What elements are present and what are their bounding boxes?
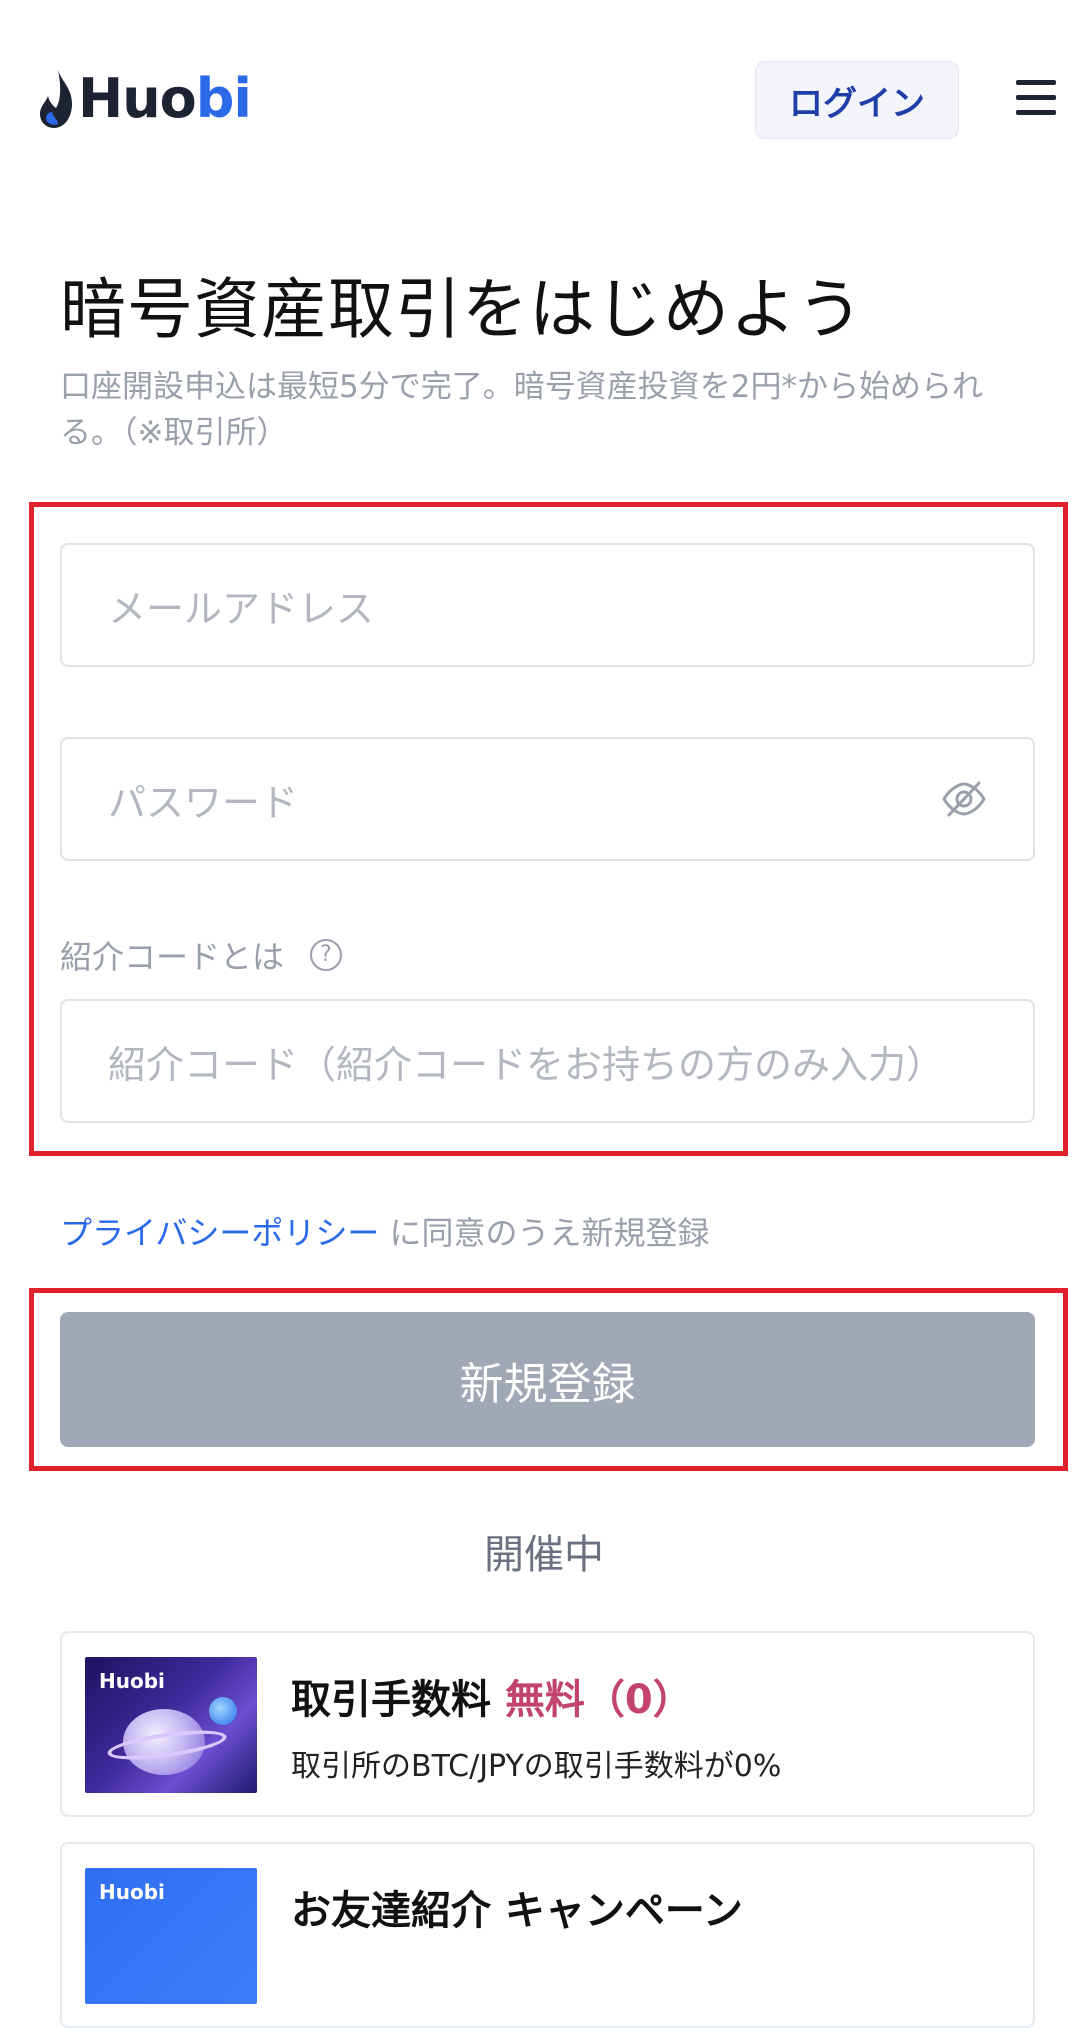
flame-logo-icon: [40, 70, 72, 128]
campaign-card[interactable]: Huobi 取引手数料 無料（0） 取引所のBTC/JPYの取引手数料が0%: [60, 1631, 1035, 1817]
campaign-title: お友達紹介 キャンペーン: [291, 1888, 743, 1934]
privacy-consent-text: プライバシーポリシー に同意のうえ新規登録: [60, 1208, 710, 1254]
thumbnail-logo: Huobi: [99, 1880, 165, 1904]
small-planet-illustration: [209, 1697, 237, 1725]
thumbnail-logo: Huobi: [99, 1669, 165, 1693]
consent-suffix: に同意のうえ新規登録: [379, 1214, 710, 1252]
campaign-description: 取引所のBTC/JPYの取引手数料が0%: [291, 1749, 782, 1784]
email-placeholder: メールアドレス: [108, 586, 375, 631]
hamburger-menu-icon[interactable]: [1016, 80, 1056, 118]
page-subtitle: 口座開設申込は最短5分で完了。暗号資産投資を2円*から始められる。（※取引所）: [60, 369, 983, 451]
email-input[interactable]: メールアドレス: [60, 543, 1035, 667]
signup-button[interactable]: 新規登録: [60, 1312, 1035, 1447]
logo-wordmark: Huobi: [78, 67, 252, 130]
campaign-thumbnail: Huobi: [85, 1868, 257, 2004]
question-mark-icon[interactable]: ?: [310, 939, 343, 971]
huobi-logo[interactable]: Huobi: [36, 66, 252, 132]
campaign-thumbnail: Huobi: [85, 1657, 257, 1793]
login-button[interactable]: ログイン: [755, 61, 959, 139]
campaign-title: 取引手数料 無料（0）: [291, 1677, 693, 1723]
password-placeholder: パスワード: [108, 780, 299, 825]
referral-code-input[interactable]: 紹介コード（紹介コードをお持ちの方のみ入力）: [60, 999, 1035, 1123]
referral-code-label: 紹介コードとは ?: [60, 932, 343, 978]
referral-placeholder: 紹介コード（紹介コードをお持ちの方のみ入力）: [108, 1042, 945, 1087]
privacy-policy-link[interactable]: プライバシーポリシー: [60, 1214, 379, 1252]
campaign-title-highlight: 無料（0）: [504, 1677, 693, 1723]
page-title: 暗号資産取引をはじめよう: [60, 271, 864, 348]
campaign-section-label: 開催中: [484, 1532, 604, 1578]
password-input[interactable]: パスワード: [60, 737, 1035, 861]
eye-slash-icon[interactable]: [941, 779, 987, 819]
campaign-card[interactable]: Huobi お友達紹介 キャンペーン: [60, 1842, 1035, 2028]
